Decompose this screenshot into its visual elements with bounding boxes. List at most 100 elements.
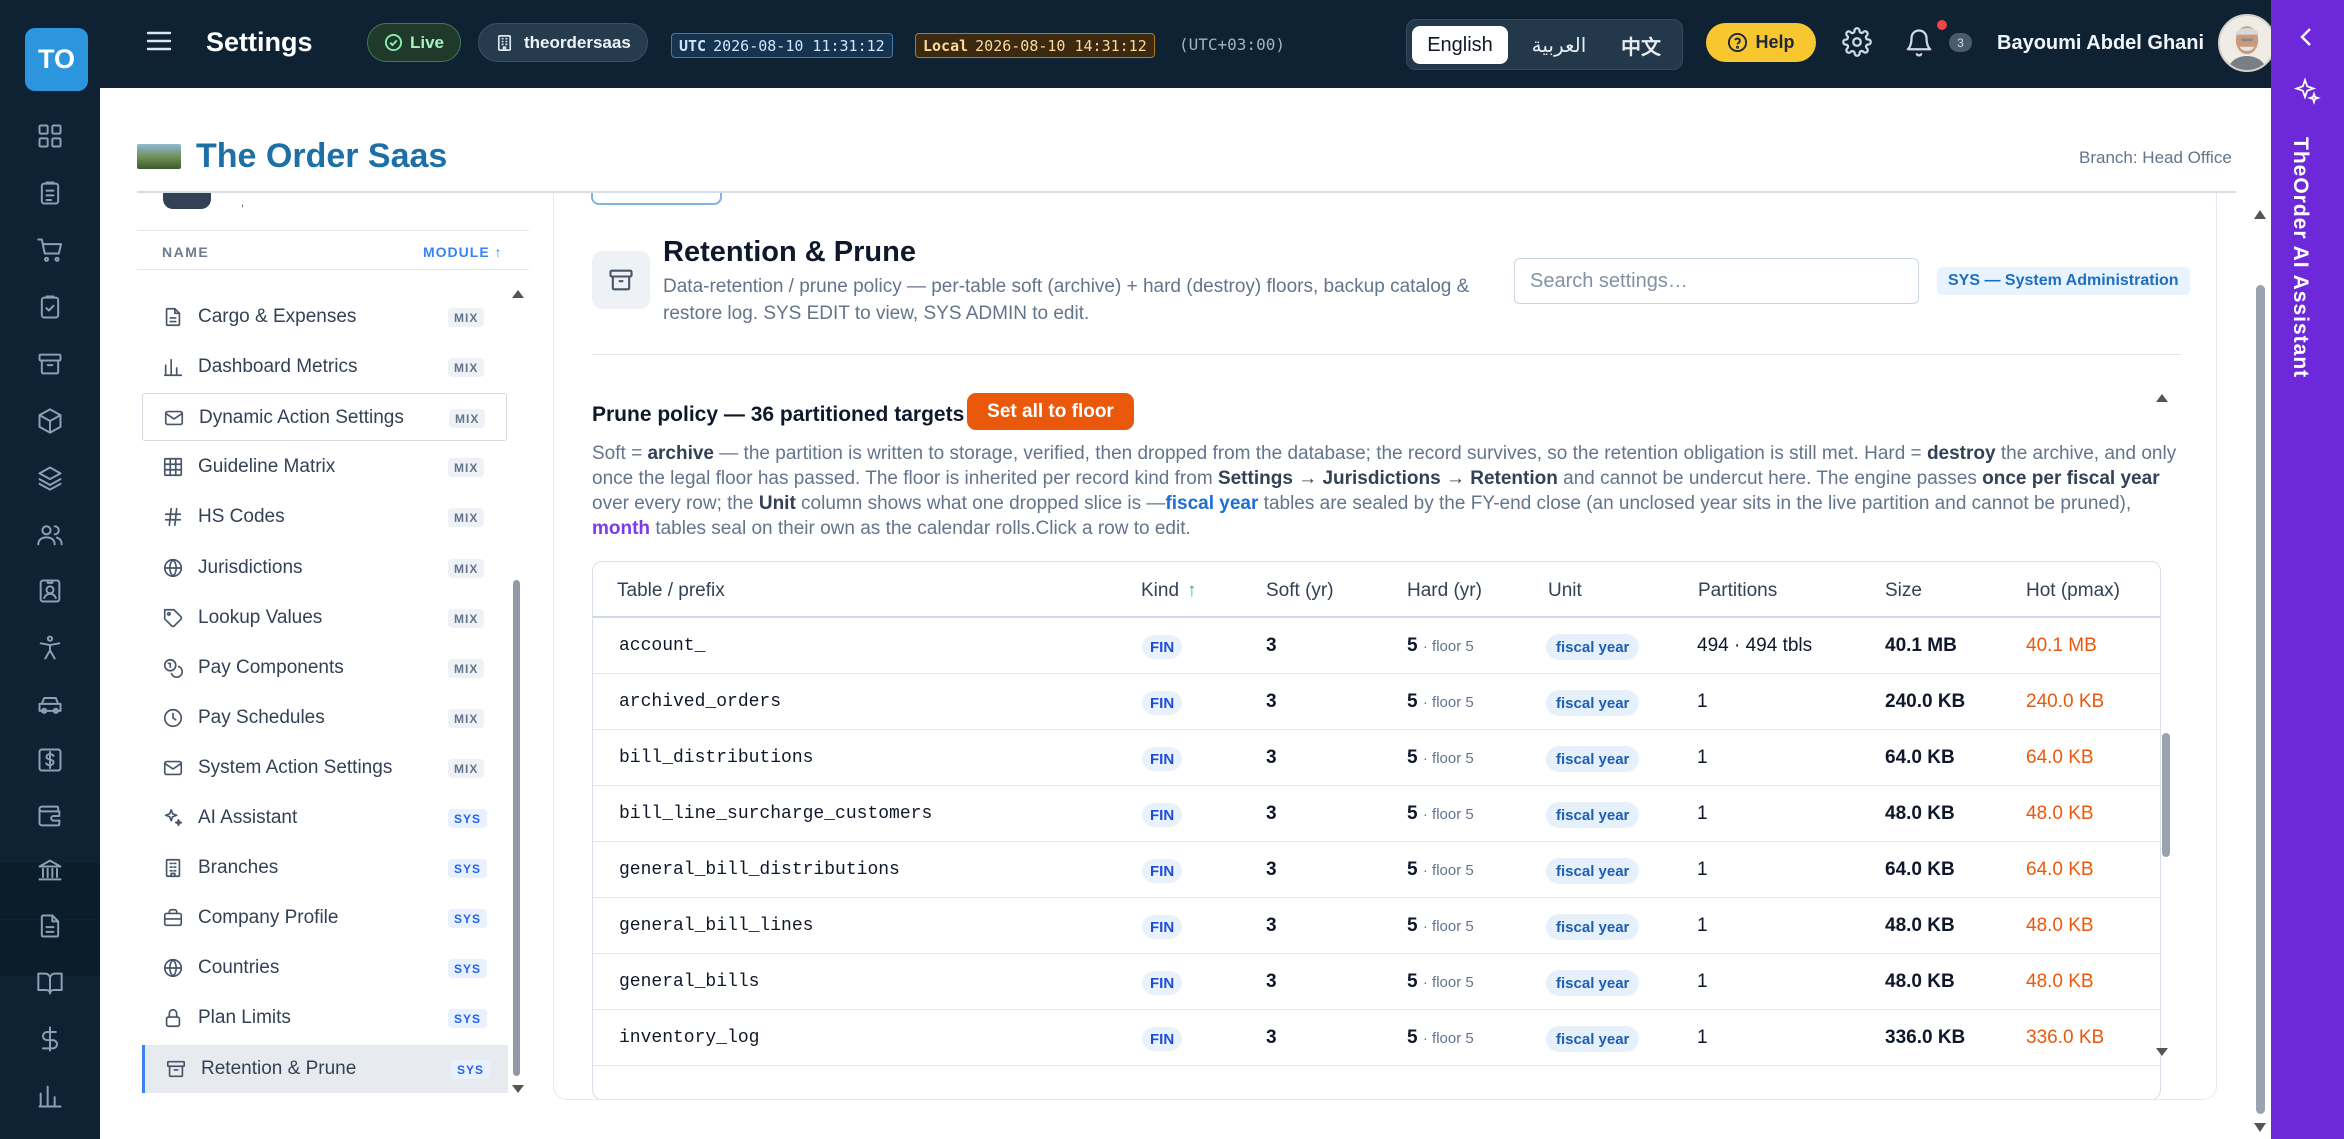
module-badge: MIX [448,308,485,327]
layers-icon[interactable] [30,458,70,498]
cell-hard: 5 [1407,803,1418,824]
cell-hot: 240.0 KB [2026,691,2105,712]
bell-icon[interactable] [1904,28,1934,58]
nav-col-module[interactable]: MODULE ↑ [423,244,503,260]
th-hot[interactable]: Hot (pmax) [2026,580,2120,602]
top-bar: Settings Live theordersaas UTC 2026-08-1… [100,0,2329,88]
kind-badge: FIN [1142,971,1183,995]
th-hard[interactable]: Hard (yr) [1407,580,1482,602]
sidebar-item-label: HS Codes [198,506,285,527]
wallet-icon[interactable] [30,796,70,836]
car-icon[interactable] [30,685,70,725]
dollar-icon[interactable] [30,1019,70,1059]
sidebar-item[interactable]: Guideline Matrix MIX [142,443,508,491]
app-window: TO Settings Live theordersaas UTC 2026-0… [0,0,2344,1139]
document-icon[interactable] [30,906,70,946]
sidebar-item[interactable]: Dynamic Action Settings MIX [142,393,507,441]
branch-label[interactable]: Branch: Head Office [2079,148,2232,168]
nav-scrollbar-thumb[interactable] [513,580,520,1076]
clipboard-list-icon[interactable] [30,173,70,213]
sidebar-item[interactable]: AI Assistant SYS [142,794,508,842]
section-scroll-up-arrow[interactable] [2156,394,2168,402]
book-icon[interactable] [30,963,70,1003]
table-row[interactable]: bill_distributions FIN 3 5 · floor 5 fiscal … [593,730,2160,786]
table-scroll-down-arrow[interactable] [2156,1048,2168,1056]
table-row[interactable]: bill_line_surcharge_customers FIN 3 5 · flo… [593,786,2160,842]
sidebar-item[interactable]: System Action Settings MIX [142,744,508,792]
sidebar-item[interactable]: Cargo & Expenses MIX [142,293,508,341]
menu-icon[interactable] [144,26,174,56]
nav-scroll-up-arrow[interactable] [512,290,524,298]
sidebar-item[interactable]: Countries SYS [142,944,508,992]
box-icon[interactable] [30,401,70,441]
sidebar-item[interactable]: Branches SYS [142,844,508,892]
th-size[interactable]: Size [1885,580,1922,602]
chevron-left-icon[interactable] [2294,24,2320,50]
sidebar-item[interactable]: Retention & Prune SYS [142,1045,508,1093]
nav-scroll-down-arrow[interactable] [512,1085,524,1093]
mail-icon [164,410,184,426]
tenant-selector[interactable]: theordersaas [478,23,648,62]
bank-icon[interactable] [30,850,70,890]
sidebar-item-label: Dashboard Metrics [198,356,358,377]
dollar-square-icon[interactable] [30,740,70,780]
avatar[interactable] [2218,14,2276,72]
divider [592,354,2181,355]
live-status-badge: Live [367,23,462,62]
table-row[interactable]: general_bill_lines FIN 3 5 · floor 5 fiscal … [593,898,2160,954]
sidebar-item[interactable]: Lookup Values MIX [142,594,508,642]
bar-chart-icon[interactable] [30,1076,70,1116]
language-arabic-button[interactable]: العربية [1519,26,1599,64]
ai-assistant-label[interactable]: TheOrder AI Assistant [2288,137,2312,378]
sidebar-item-label: Cargo & Expenses [198,306,357,327]
cell-table-name: general_bills [619,972,760,992]
table-row[interactable]: account_ FIN 3 5 · floor 5 fiscal year 494 · … [593,618,2160,674]
sidebar-item-label: AI Assistant [198,807,298,828]
scroll-down-arrow[interactable] [2254,1123,2266,1132]
archive-icon[interactable] [30,344,70,384]
th-soft[interactable]: Soft (yr) [1266,580,1334,602]
dashboard-icon[interactable] [30,116,70,156]
table-row[interactable]: archived_orders FIN 3 5 · floor 5 fiscal yea… [593,674,2160,730]
page-scrollbar-thumb[interactable] [2256,285,2265,1114]
sidebar-item[interactable]: Jurisdictions MIX [142,544,508,592]
sidebar-item[interactable]: Company Profile SYS [142,894,508,942]
nav-col-name[interactable]: NAME [162,244,209,260]
table-row[interactable]: inventory_log FIN 3 5 · floor 5 fiscal year 1… [593,1010,2160,1066]
language-english-button[interactable]: English [1412,26,1508,64]
th-table-prefix[interactable]: Table / prefix [617,580,725,602]
language-chinese-button[interactable]: 中文 [1607,26,1675,64]
org-logo [137,144,181,169]
sidebar-item[interactable]: Plan Limits SYS [142,994,508,1042]
archive-icon [592,251,650,309]
th-partitions[interactable]: Partitions [1698,580,1777,602]
table-row[interactable]: general_bills FIN 3 5 · floor 5 fiscal year 1… [593,954,2160,1010]
sort-up-icon[interactable]: ↑ [1187,580,1197,602]
accessibility-icon[interactable] [30,628,70,668]
cell-size: 64.0 KB [1885,747,1955,768]
user-name[interactable]: Bayoumi Abdel Ghani [1997,32,2204,55]
sidebar-item[interactable]: Pay Schedules MIX [142,694,508,742]
th-unit[interactable]: Unit [1548,580,1582,602]
sidebar-item[interactable]: Pay Components MIX [142,644,508,692]
search-input[interactable] [1514,258,1919,304]
users-icon[interactable] [30,515,70,555]
scroll-up-arrow[interactable] [2254,210,2266,219]
sidebar-item[interactable]: HS Codes MIX [142,493,508,541]
cart-icon[interactable] [30,230,70,270]
cell-partitions: 1 [1697,971,1708,992]
utc-clock: UTC 2026-08-10 11:31:12 [671,33,893,58]
th-kind[interactable]: Kind [1141,580,1179,602]
help-button[interactable]: Help [1706,23,1816,62]
sidebar-item[interactable]: Dashboard Metrics MIX [142,343,508,391]
module-title: Retention & Prune [663,236,916,268]
gear-icon[interactable] [1842,27,1872,57]
clipboard-check-icon[interactable] [30,287,70,327]
id-card-icon[interactable] [30,571,70,611]
table-row[interactable]: general_bill_distributions FIN 3 5 · floor … [593,842,2160,898]
cell-table-name: bill_distributions [619,748,814,768]
sparkles-icon [2292,76,2322,106]
set-all-to-floor-button[interactable]: Set all to floor [967,393,1134,430]
table-scrollbar-thumb[interactable] [2162,733,2170,857]
app-logo[interactable]: TO [25,28,88,91]
